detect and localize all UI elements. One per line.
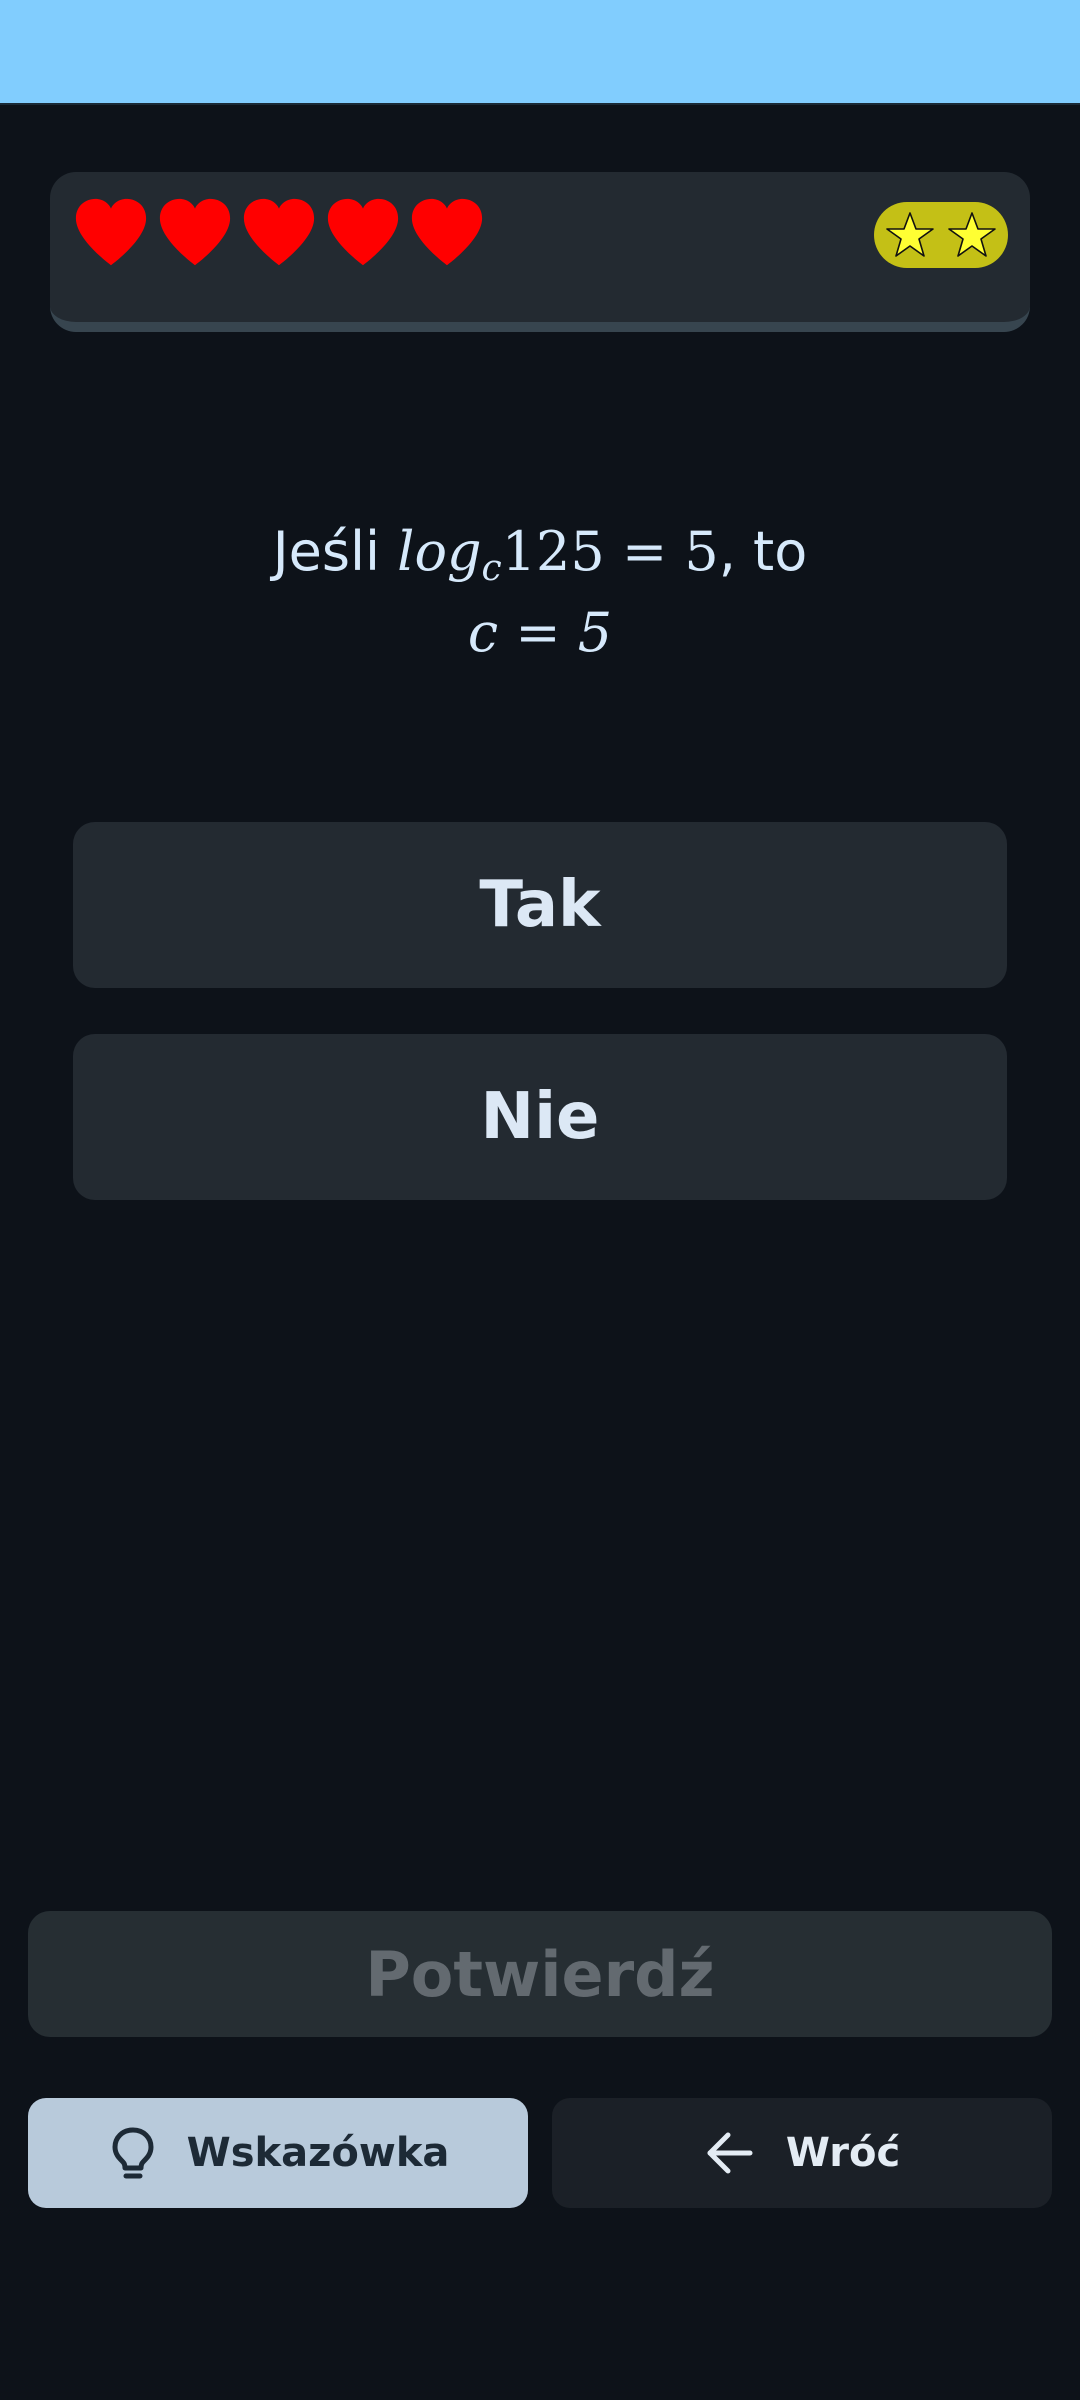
back-label: Wróć: [785, 2130, 901, 2176]
equation-rest: 125 = 5: [501, 520, 719, 583]
answer-yes-label: Tak: [479, 868, 601, 942]
stars-badge: [874, 202, 1008, 268]
back-button[interactable]: Wróć: [552, 2098, 1052, 2208]
question-suffix: , to: [718, 520, 808, 583]
question-prefix: Jeśli: [272, 520, 398, 583]
star-icon: [886, 212, 935, 257]
hint-button[interactable]: Wskazówka: [28, 2098, 528, 2208]
confirm-button[interactable]: Potwierdź: [28, 1911, 1052, 2037]
answer-no-button[interactable]: Nie: [73, 1034, 1007, 1200]
log-label: log: [397, 520, 482, 583]
answer-no-label: Nie: [480, 1080, 600, 1154]
heart-icon: [75, 198, 147, 266]
question-line-2: c = 5: [467, 601, 613, 664]
question-line-1: Jeśli logc125 = 5, to: [120, 520, 960, 601]
heart-icon: [327, 198, 399, 266]
log-expression: logc125 = 5: [397, 520, 719, 589]
star-icon: [947, 212, 996, 257]
heart-icon: [159, 198, 231, 266]
hint-label: Wskazówka: [186, 2130, 450, 2176]
confirm-label: Potwierdź: [365, 1937, 715, 2011]
question-text: Jeśli logc125 = 5, to c = 5: [120, 520, 960, 665]
status-bar: [0, 0, 1080, 105]
progress-card: [50, 172, 1030, 332]
arrow-left-icon: [707, 2132, 753, 2174]
log-base: c: [481, 548, 502, 589]
heart-icon: [243, 198, 315, 266]
answer-yes-button[interactable]: Tak: [73, 822, 1007, 988]
heart-icon: [411, 198, 483, 266]
lives-row: [72, 196, 486, 268]
lightbulb-icon: [112, 2127, 154, 2179]
